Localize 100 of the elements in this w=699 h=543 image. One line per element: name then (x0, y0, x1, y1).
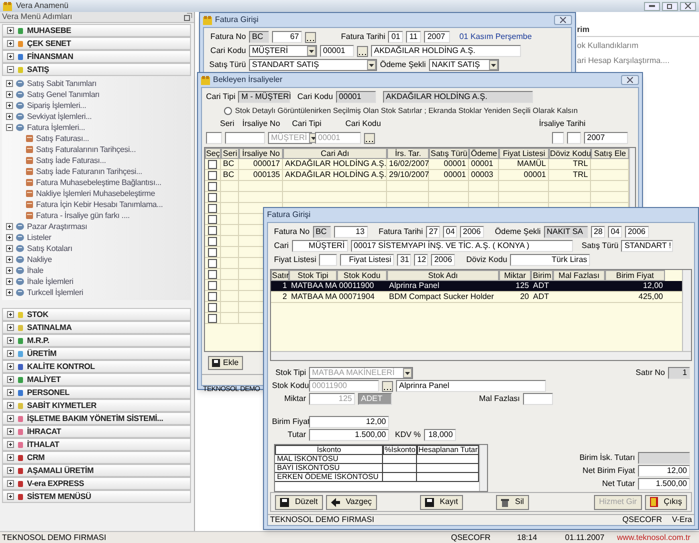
expand-icon[interactable] (6, 102, 13, 109)
expand-icon[interactable] (7, 27, 14, 34)
input-field[interactable]: AKDAĞILAR HOLDİNG A.Ş. (371, 45, 521, 57)
input-field[interactable]: 31 (397, 254, 412, 266)
input-field[interactable] (638, 452, 690, 464)
column-header[interactable]: Fiyat Listesi (499, 148, 549, 160)
expand-icon[interactable] (6, 223, 13, 230)
expand-icon[interactable] (7, 415, 14, 422)
input-field[interactable] (206, 132, 222, 144)
expand-icon[interactable] (7, 311, 14, 318)
column-header[interactable]: Miktar (499, 270, 531, 281)
expand-icon[interactable] (6, 245, 13, 252)
checkbox[interactable] (208, 236, 217, 246)
checkbox[interactable] (208, 302, 217, 312)
input-field[interactable]: 27 (426, 226, 440, 238)
close-button[interactable] (554, 15, 572, 25)
column-header[interactable]: İrs. Tar. (387, 148, 429, 160)
radio-button[interactable] (224, 106, 232, 115)
input-field[interactable]: M - MÜŞTERİ (238, 91, 290, 103)
expand-icon[interactable] (7, 40, 14, 47)
input-field[interactable]: 1 (668, 367, 690, 379)
column-header[interactable]: Stok Kodu (337, 270, 387, 281)
tree-item[interactable]: Fatura İşlemleri... (6, 122, 191, 133)
input-field[interactable]: 00001 (320, 45, 354, 57)
column-header[interactable]: Seri (221, 148, 239, 160)
table-row[interactable]: 1 MATBAA MA 00011900 Alprinra Panel 125 ADT 12,00 (271, 281, 682, 292)
column-header[interactable]: Stok Adı (387, 270, 499, 281)
expand-icon[interactable] (6, 267, 13, 274)
column-header[interactable]: Birim (531, 270, 553, 281)
tree-item[interactable]: İhale (6, 265, 191, 276)
expand-icon[interactable] (6, 234, 13, 241)
input-field[interactable]: STANDART ! (621, 240, 674, 252)
input-field[interactable]: 00017 SİSTEMYAPI İNŞ. VE TİC. A.Ş. ( KONYA ) (350, 240, 573, 252)
checkbox[interactable] (208, 170, 217, 180)
input-field[interactable]: 12 (414, 254, 428, 266)
checkbox[interactable] (208, 214, 217, 224)
tree-item[interactable]: Sipariş İşlemleri... (6, 100, 191, 111)
column-header[interactable]: Seç (205, 148, 221, 160)
input-field[interactable]: 28 (590, 226, 605, 238)
tree-item[interactable]: Satış İade Faturanın Tarihçesi... (26, 166, 191, 177)
cancel-button[interactable]: Vazgeç (326, 494, 377, 510)
input-field[interactable] (319, 254, 338, 266)
expand-icon[interactable] (7, 53, 14, 60)
input-field[interactable]: 13 (334, 226, 368, 238)
input-field[interactable]: MÜŞTERİ (292, 240, 348, 252)
input-field[interactable]: 04 (608, 226, 622, 238)
checkbox[interactable] (208, 270, 217, 279)
tree-item[interactable]: Nakliye (6, 254, 191, 265)
input-field[interactable]: 1.500,00 (638, 478, 690, 490)
checkbox[interactable] (208, 182, 217, 191)
input-field[interactable] (552, 132, 564, 144)
expand-icon[interactable] (6, 278, 13, 285)
add-button[interactable]: Ekle (208, 356, 243, 370)
tree-item[interactable]: Satış İade Faturası... (26, 155, 191, 166)
expand-icon[interactable] (7, 402, 14, 409)
tree-item[interactable]: Satış Kotaları (6, 243, 191, 254)
input-field[interactable]: 2006 (624, 226, 649, 238)
expand-icon[interactable] (7, 441, 14, 448)
input-field[interactable]: 04 (442, 226, 457, 238)
input-field[interactable]: 67 (272, 31, 302, 43)
tree-item[interactable]: Satış Faturası... (26, 133, 191, 144)
tree-item[interactable]: Turkcell İşlemleri (6, 287, 191, 298)
dropdown-field[interactable]: NAKIT SATIŞ (428, 59, 499, 71)
input-field[interactable]: NAKIT SA (544, 226, 588, 238)
input-field[interactable] (522, 393, 553, 405)
menu-item[interactable]: FİNANSMAN (2, 50, 191, 63)
scrollbar[interactable] (271, 351, 691, 360)
shortcut-link[interactable]: ari Hesap Karşılaştırma.... (577, 55, 699, 67)
menu-item[interactable]: CRM (2, 451, 191, 464)
expand-icon[interactable] (7, 376, 14, 383)
table-row[interactable]: 2 MATBAA MA 00071904 BDM Compact Sucker Holder 20 ADT 425,00 (271, 292, 682, 303)
menu-item[interactable]: STOK (2, 308, 191, 321)
expand-icon[interactable] (7, 389, 14, 396)
collapse-icon[interactable] (7, 66, 14, 73)
checkbox[interactable] (208, 258, 217, 268)
tree-item[interactable]: Fatura - İrsaliye gün farkı .... (26, 210, 191, 221)
checkbox[interactable] (208, 226, 217, 235)
column-header[interactable]: İrsaliye No (239, 148, 283, 160)
column-header[interactable]: Satış Türü (429, 148, 469, 160)
browse-button[interactable] (364, 132, 375, 144)
shortcut-link[interactable]: ok Kullandıklarım (577, 40, 699, 52)
input-field[interactable]: 2007 (584, 132, 628, 144)
expand-icon[interactable] (6, 80, 13, 87)
pin-icon[interactable] (184, 13, 192, 21)
tree-item[interactable]: Fatura Muhasebeleştime Bağlantısı... (26, 177, 191, 188)
tree-item[interactable]: Sevkiyat İşlemleri... (6, 111, 191, 122)
input-field[interactable]: Alprinra Panel (396, 380, 546, 392)
menu-item[interactable]: SABİT KIYMETLER (2, 399, 191, 412)
expand-icon[interactable] (6, 289, 13, 296)
tree-item[interactable]: Pazar Araştırması (6, 221, 191, 232)
checkbox[interactable] (208, 248, 217, 257)
checkbox[interactable] (208, 204, 217, 213)
close-button[interactable] (680, 2, 696, 10)
website-link[interactable]: www.teknosol.com.tr (617, 532, 697, 543)
menu-item[interactable]: SATIŞ (2, 63, 191, 76)
input-field[interactable]: Fiyat Listesi (340, 254, 394, 266)
menu-item[interactable]: V-era EXPRESS (2, 477, 191, 490)
column-header[interactable]: Ödeme (469, 148, 499, 160)
checkbox[interactable] (208, 280, 217, 290)
menu-item[interactable]: ÇEK SENET (2, 37, 191, 50)
